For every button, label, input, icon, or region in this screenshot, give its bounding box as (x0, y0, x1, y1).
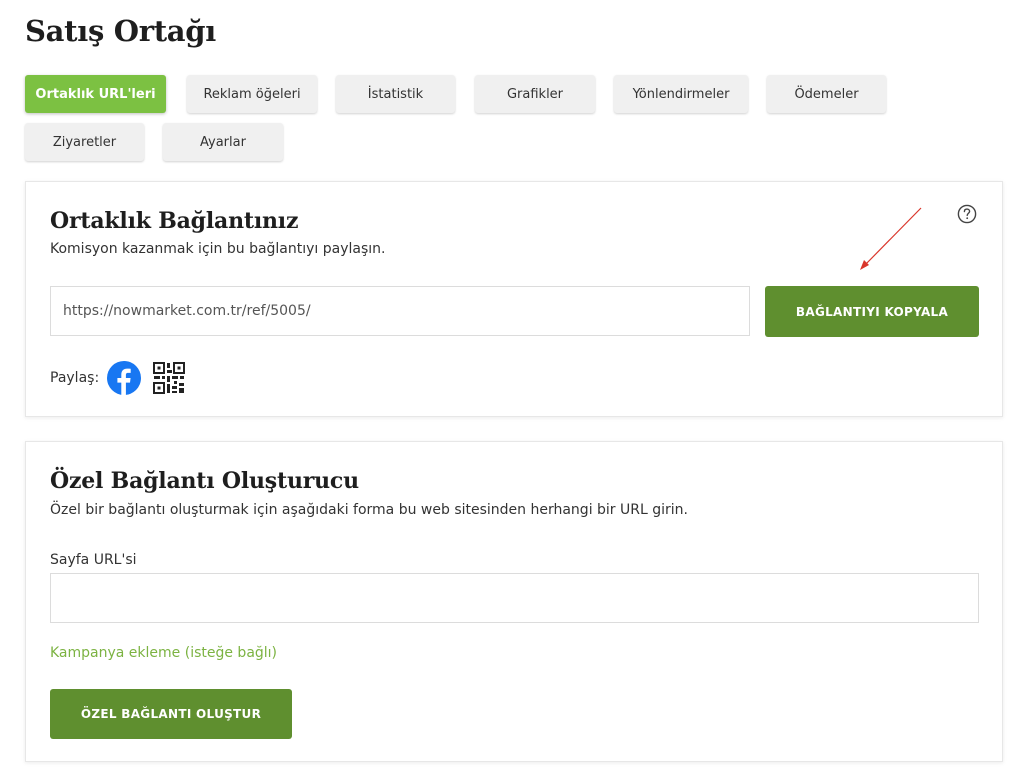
tab-yonlendirmeler[interactable]: Yönlendirmeler (614, 75, 748, 113)
share-row: Paylaş: (50, 360, 186, 396)
add-campaign-link[interactable]: Kampanya ekleme (isteğe bağlı) (50, 645, 277, 661)
qr-code-icon[interactable] (153, 362, 186, 394)
custom-link-card: Özel Bağlantı Oluşturucu Özel bir bağlan… (25, 441, 1003, 762)
page-url-label: Sayfa URL'si (50, 552, 137, 568)
facebook-icon[interactable] (107, 361, 142, 395)
affiliate-link-card: Ortaklık Bağlantınız Komisyon kazanmak i… (25, 181, 1003, 417)
affiliate-url-field[interactable]: https://nowmarket.com.tr/ref/5005/ (50, 286, 750, 336)
custom-link-title: Özel Bağlantı Oluşturucu (50, 468, 359, 494)
share-label: Paylaş: (50, 370, 100, 386)
tab-grafikler[interactable]: Grafikler (475, 75, 595, 113)
page-title: Satış Ortağı (25, 14, 216, 48)
copy-link-button[interactable]: BAĞLANTIYI KOPYALA (765, 286, 979, 337)
tab-ziyaretler[interactable]: Ziyaretler (25, 123, 144, 161)
tab-istatistik[interactable]: İstatistik (336, 75, 455, 113)
custom-link-description: Özel bir bağlantı oluşturmak için aşağıd… (50, 502, 688, 518)
question-circle-icon[interactable] (957, 204, 977, 224)
tab-ortaklik-urlleri[interactable]: Ortaklık URL'leri (25, 75, 166, 113)
affiliate-link-title: Ortaklık Bağlantınız (50, 208, 299, 234)
page-url-input[interactable] (50, 573, 979, 623)
tab-reklam-ogeleri[interactable]: Reklam öğeleri (187, 75, 317, 113)
affiliate-link-description: Komisyon kazanmak için bu bağlantıyı pay… (50, 241, 386, 257)
create-custom-link-button[interactable]: ÖZEL BAĞLANTI OLUŞTUR (50, 689, 292, 739)
tab-ayarlar[interactable]: Ayarlar (163, 123, 283, 161)
tab-odemeler[interactable]: Ödemeler (767, 75, 886, 113)
